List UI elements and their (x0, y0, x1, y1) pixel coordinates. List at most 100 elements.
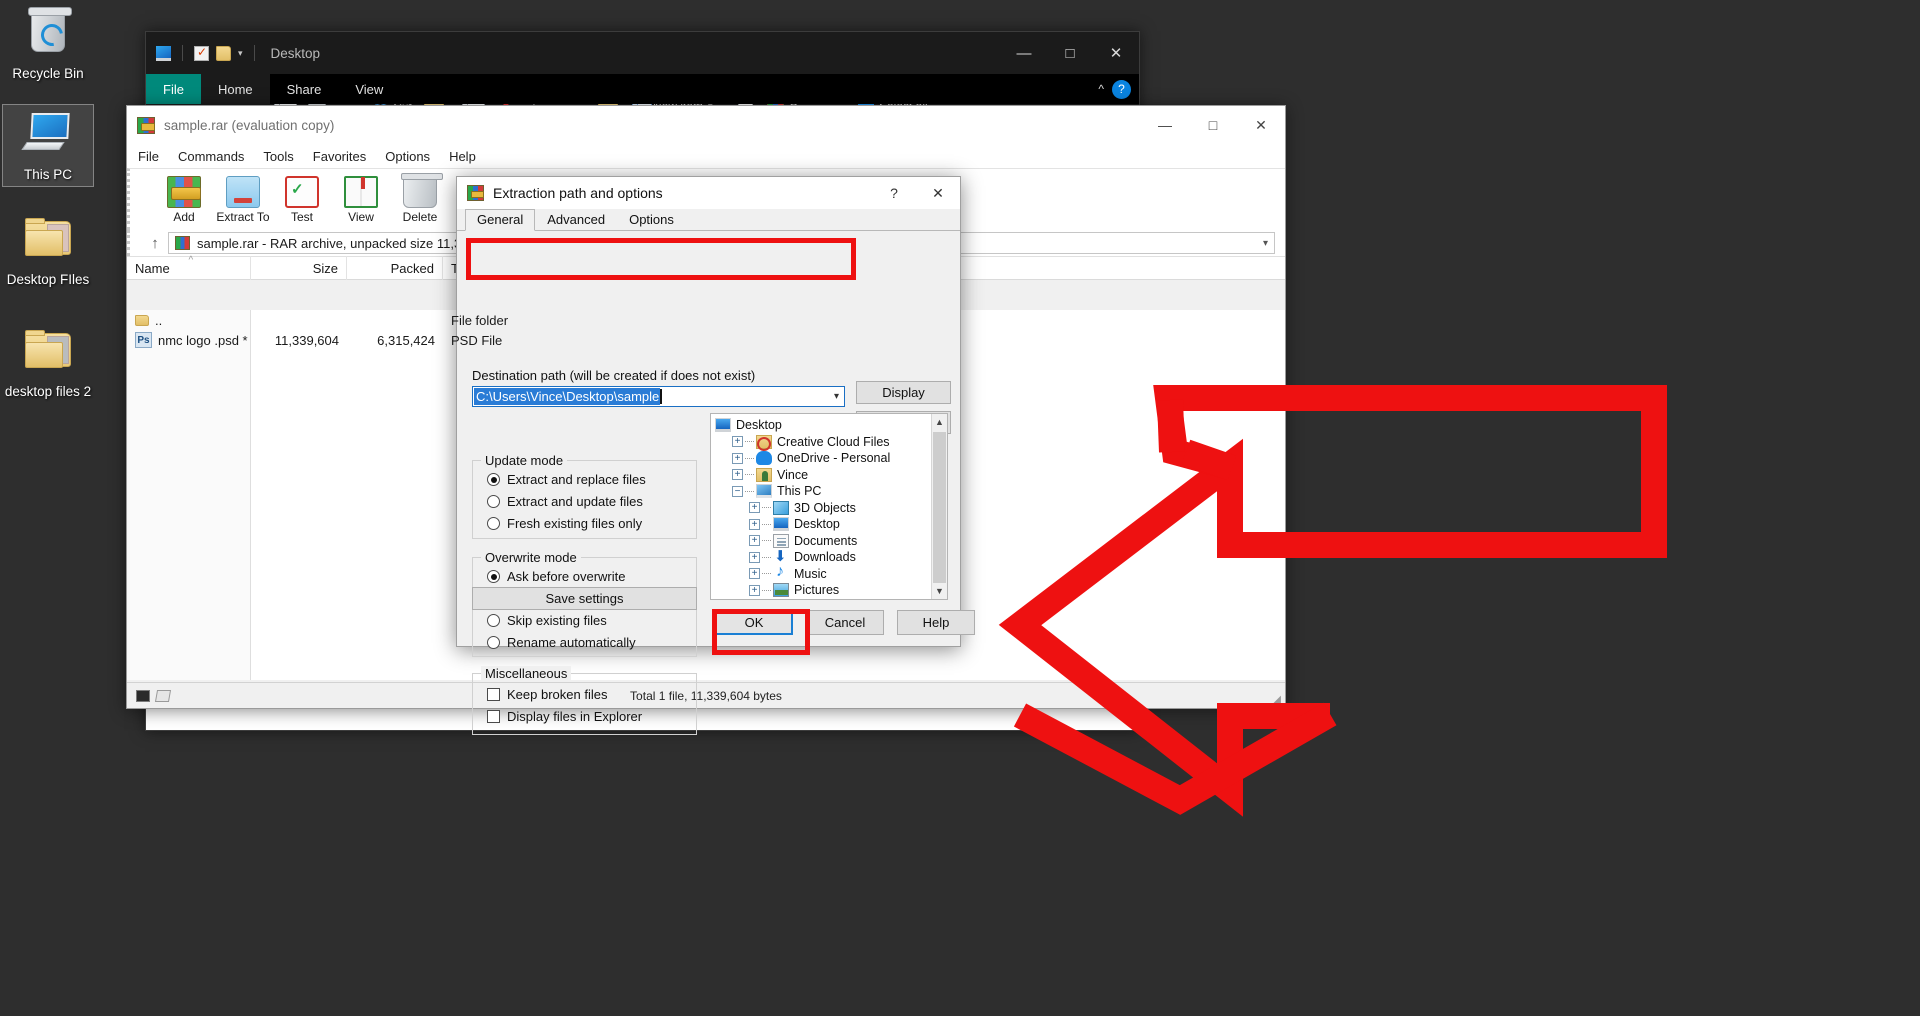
cancel-button[interactable]: Cancel (806, 610, 884, 635)
collapse-icon[interactable]: − (732, 486, 743, 497)
tree-connector (762, 557, 771, 558)
scrollbar-thumb[interactable] (933, 432, 946, 600)
dialog-title-buttons: ? ✕ (872, 177, 960, 209)
checkbox-icon (487, 710, 500, 723)
expand-icon[interactable]: + (732, 436, 743, 447)
toolbar-add-button[interactable]: Add (156, 176, 212, 224)
table-row[interactable]: .. File folder (127, 310, 1285, 330)
menu-options[interactable]: Options (385, 149, 430, 164)
close-icon[interactable]: ✕ (1237, 106, 1285, 144)
menu-commands[interactable]: Commands (178, 149, 244, 164)
menu-tools[interactable]: Tools (263, 149, 293, 164)
chevron-down-icon[interactable]: ▾ (238, 48, 243, 59)
expand-icon[interactable]: + (749, 552, 760, 563)
tree-node[interactable]: +Pictures (711, 582, 931, 599)
desktop-icon-desktop-files[interactable]: Desktop FIles (2, 213, 94, 287)
desktop-icon-recycle-bin[interactable]: Recycle Bin (2, 8, 94, 81)
tab-advanced[interactable]: Advanced (535, 209, 617, 231)
chevron-down-icon[interactable]: ▾ (1263, 238, 1268, 249)
minimize-icon[interactable]: — (1141, 106, 1189, 144)
minimize-icon[interactable]: — (1001, 32, 1047, 74)
this-pc-icon[interactable] (156, 46, 171, 61)
tab-options[interactable]: Options (617, 209, 686, 231)
tree-node[interactable]: +3D Objects (711, 500, 931, 517)
tree-node-label: Desktop (794, 517, 840, 531)
tree-node[interactable]: Desktop (711, 417, 931, 434)
tree-scrollbar[interactable]: ▲ ▼ (931, 414, 947, 599)
text-cursor (660, 389, 662, 404)
winrar-window-buttons: — □ ✕ (1141, 106, 1285, 144)
menu-help[interactable]: Help (449, 149, 476, 164)
resize-grip-icon[interactable]: ◢ (1273, 694, 1281, 705)
checkbox-keep-broken-files[interactable]: Keep broken files (487, 687, 696, 702)
tab-home[interactable]: Home (201, 74, 270, 104)
tree-node[interactable]: +Music (711, 566, 931, 583)
radio-ask-before-overwrite[interactable]: Ask before overwrite (487, 569, 696, 584)
ok-button[interactable]: OK (715, 610, 793, 635)
expand-icon[interactable]: + (749, 585, 760, 596)
column-header-size[interactable]: Size (251, 256, 347, 280)
tree-node[interactable]: + Desktop (711, 516, 931, 533)
maximize-icon[interactable]: □ (1047, 32, 1093, 74)
tab-general[interactable]: General (465, 209, 535, 231)
maximize-icon[interactable]: □ (1189, 106, 1237, 144)
toolbar-extract-to-button[interactable]: Extract To (215, 176, 271, 224)
expand-icon[interactable]: + (732, 469, 743, 480)
close-icon[interactable]: ✕ (1093, 32, 1139, 74)
expand-icon[interactable]: + (749, 502, 760, 513)
overwrite-mode-legend: Overwrite mode (481, 550, 581, 565)
chevron-up-icon[interactable]: ^ (1098, 82, 1104, 96)
properties-icon[interactable] (194, 46, 209, 61)
menu-favorites[interactable]: Favorites (313, 149, 366, 164)
toolbar-test-button[interactable]: Test (274, 176, 330, 224)
desktop-icon-desktop-files-2[interactable]: desktop files 2 (2, 325, 94, 399)
radio-extract-and-replace-files[interactable]: Extract and replace files (487, 472, 696, 487)
tree-node[interactable]: +Documents (711, 533, 931, 550)
column-header-name[interactable]: Name ^ (127, 256, 251, 280)
menu-file[interactable]: File (138, 149, 159, 164)
chevron-down-icon[interactable]: ▾ (834, 391, 839, 402)
dialog-title-bar[interactable]: Extraction path and options ? ✕ (457, 177, 960, 209)
folder-icon (756, 484, 772, 498)
radio-fresh-existing-files-only[interactable]: Fresh existing files only (487, 516, 696, 531)
up-arrow-icon[interactable]: ↑ (142, 235, 168, 252)
help-icon[interactable]: ? (872, 177, 916, 209)
tree-node[interactable]: −This PC (711, 483, 931, 500)
toolbar-label: Extract To (216, 210, 269, 224)
tab-file[interactable]: File (146, 74, 201, 104)
table-row[interactable]: Ps nmc logo .psd * 11,339,604 6,315,424 … (127, 330, 1285, 350)
winrar-title-bar[interactable]: sample.rar (evaluation copy) — □ ✕ (127, 106, 1285, 144)
scroll-down-arrow-icon[interactable]: ▼ (932, 583, 947, 599)
expand-icon[interactable]: + (749, 519, 760, 530)
scroll-up-arrow-icon[interactable]: ▲ (932, 414, 947, 430)
new-folder-icon[interactable] (216, 46, 231, 61)
extract-to-icon (226, 176, 260, 208)
tab-share[interactable]: Share (270, 74, 339, 104)
destination-folder-tree[interactable]: Desktop+Creative Cloud Files+OneDrive - … (710, 413, 948, 600)
folder-icon (773, 583, 789, 597)
display-button[interactable]: Display (856, 381, 951, 404)
desktop-icon-this-pc[interactable]: This PC (2, 104, 94, 187)
toolbar-view-button[interactable]: View (333, 176, 389, 224)
help-icon[interactable]: ? (1112, 80, 1131, 99)
column-header-packed[interactable]: Packed (347, 256, 443, 280)
radio-icon (487, 495, 500, 508)
tree-node[interactable]: +Downloads (711, 549, 931, 566)
tree-node[interactable]: +OneDrive - Personal (711, 450, 931, 467)
destination-path-field[interactable]: C:\Users\Vince\Desktop\sample ▾ (472, 386, 845, 407)
toolbar-delete-button[interactable]: Delete (392, 176, 448, 224)
expand-icon[interactable]: + (749, 535, 760, 546)
tree-node[interactable]: +Vince (711, 467, 931, 484)
tree-node-label: 3D Objects (794, 501, 856, 515)
tab-view[interactable]: View (338, 74, 400, 104)
checkbox-display-files-in-explorer[interactable]: Display files in Explorer (487, 709, 696, 724)
help-button[interactable]: Help (897, 610, 975, 635)
tree-node[interactable]: +Creative Cloud Files (711, 434, 931, 451)
explorer-title-bar[interactable]: ▾ Desktop — □ ✕ (146, 32, 1139, 74)
close-icon[interactable]: ✕ (916, 177, 960, 209)
file-name-cell: Ps nmc logo .psd * (127, 332, 251, 348)
tree-connector (762, 573, 771, 574)
expand-icon[interactable]: + (749, 568, 760, 579)
radio-extract-and-update-files[interactable]: Extract and update files (487, 494, 696, 509)
expand-icon[interactable]: + (732, 453, 743, 464)
